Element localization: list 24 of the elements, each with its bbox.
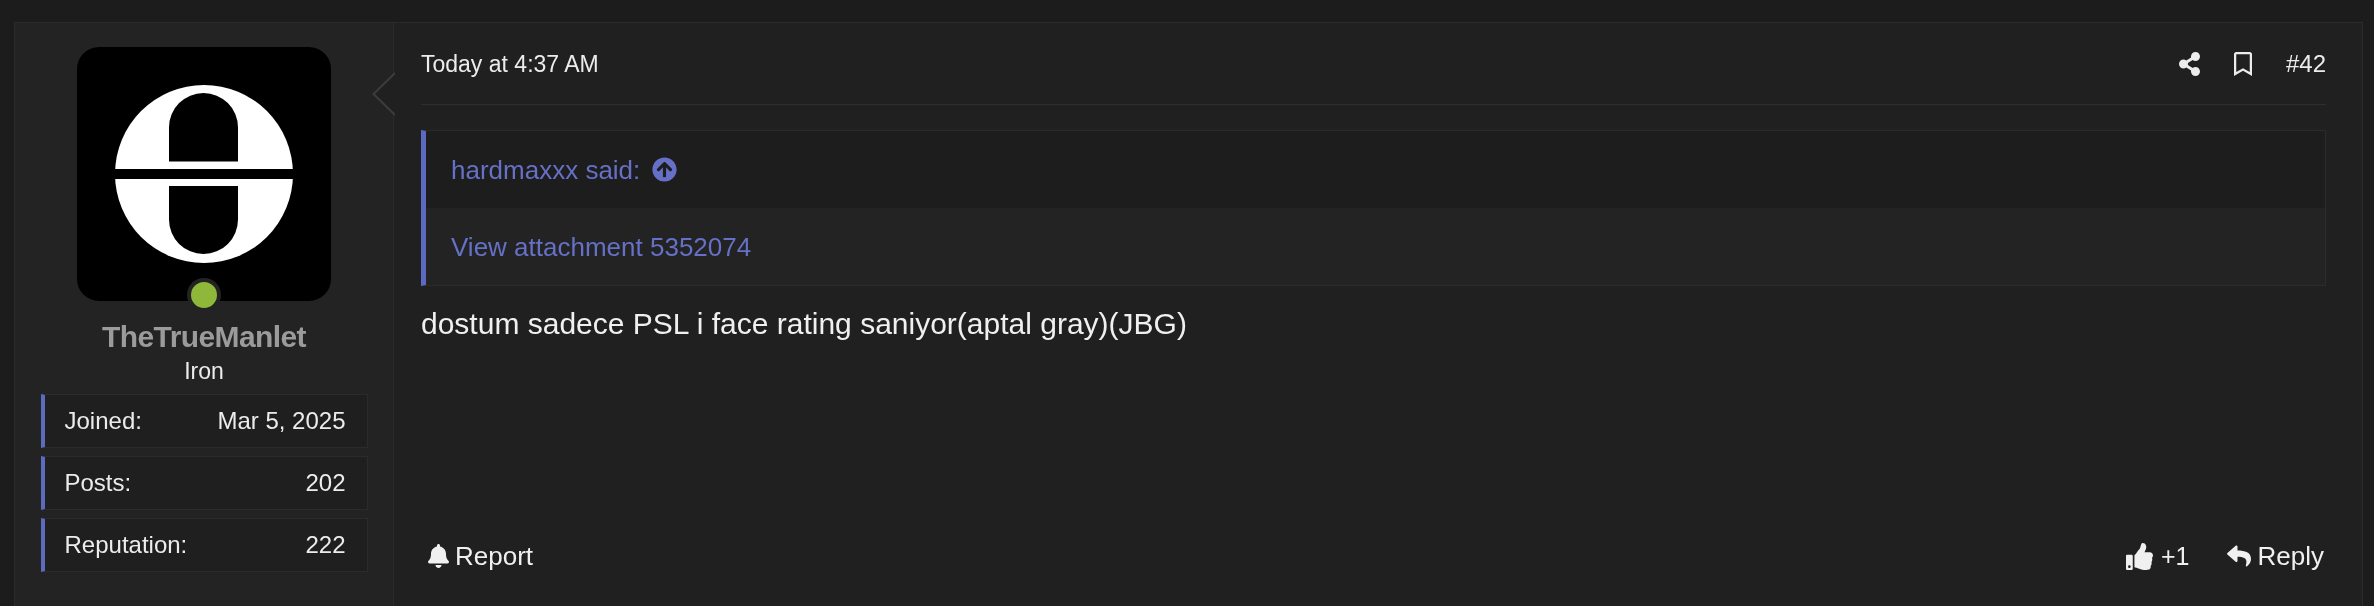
share-button[interactable] [2178,51,2200,76]
bookmark-icon [2233,51,2252,76]
thumbs-up-icon [2126,542,2153,570]
user-title: Iron [184,357,224,385]
stat-value: Mar 5, 2025 [217,407,346,435]
report-button[interactable]: Report [421,541,534,571]
stat-label: Reputation: [64,531,188,559]
like-button[interactable]: +1 [2126,541,2190,571]
attachment-link[interactable]: View attachment 5352074 [451,231,752,262]
username[interactable]: TheTrueManlet [102,320,306,354]
reply-arrow-icon [2226,544,2251,568]
stat-label: Posts: [64,469,132,497]
stat-value: 222 [305,531,346,559]
share-icon [2178,51,2200,76]
quote-author-link[interactable]: hardmaxxx said: [451,154,641,185]
avatar-drawing[interactable] [77,47,331,301]
post-message: dostum sadece PSL i face rating saniyor(aptal gray)(JBG) [421,306,1188,342]
stat-label: Joined: [64,407,142,435]
post-number[interactable]: #42 [2285,49,2326,78]
post-timestamp[interactable]: Today at 4:37 AM [421,49,599,78]
reply-button[interactable]: Reply [2226,541,2324,571]
bookmark-button[interactable] [2233,51,2252,76]
stat-value: 202 [305,469,346,497]
bell-icon [428,544,449,568]
